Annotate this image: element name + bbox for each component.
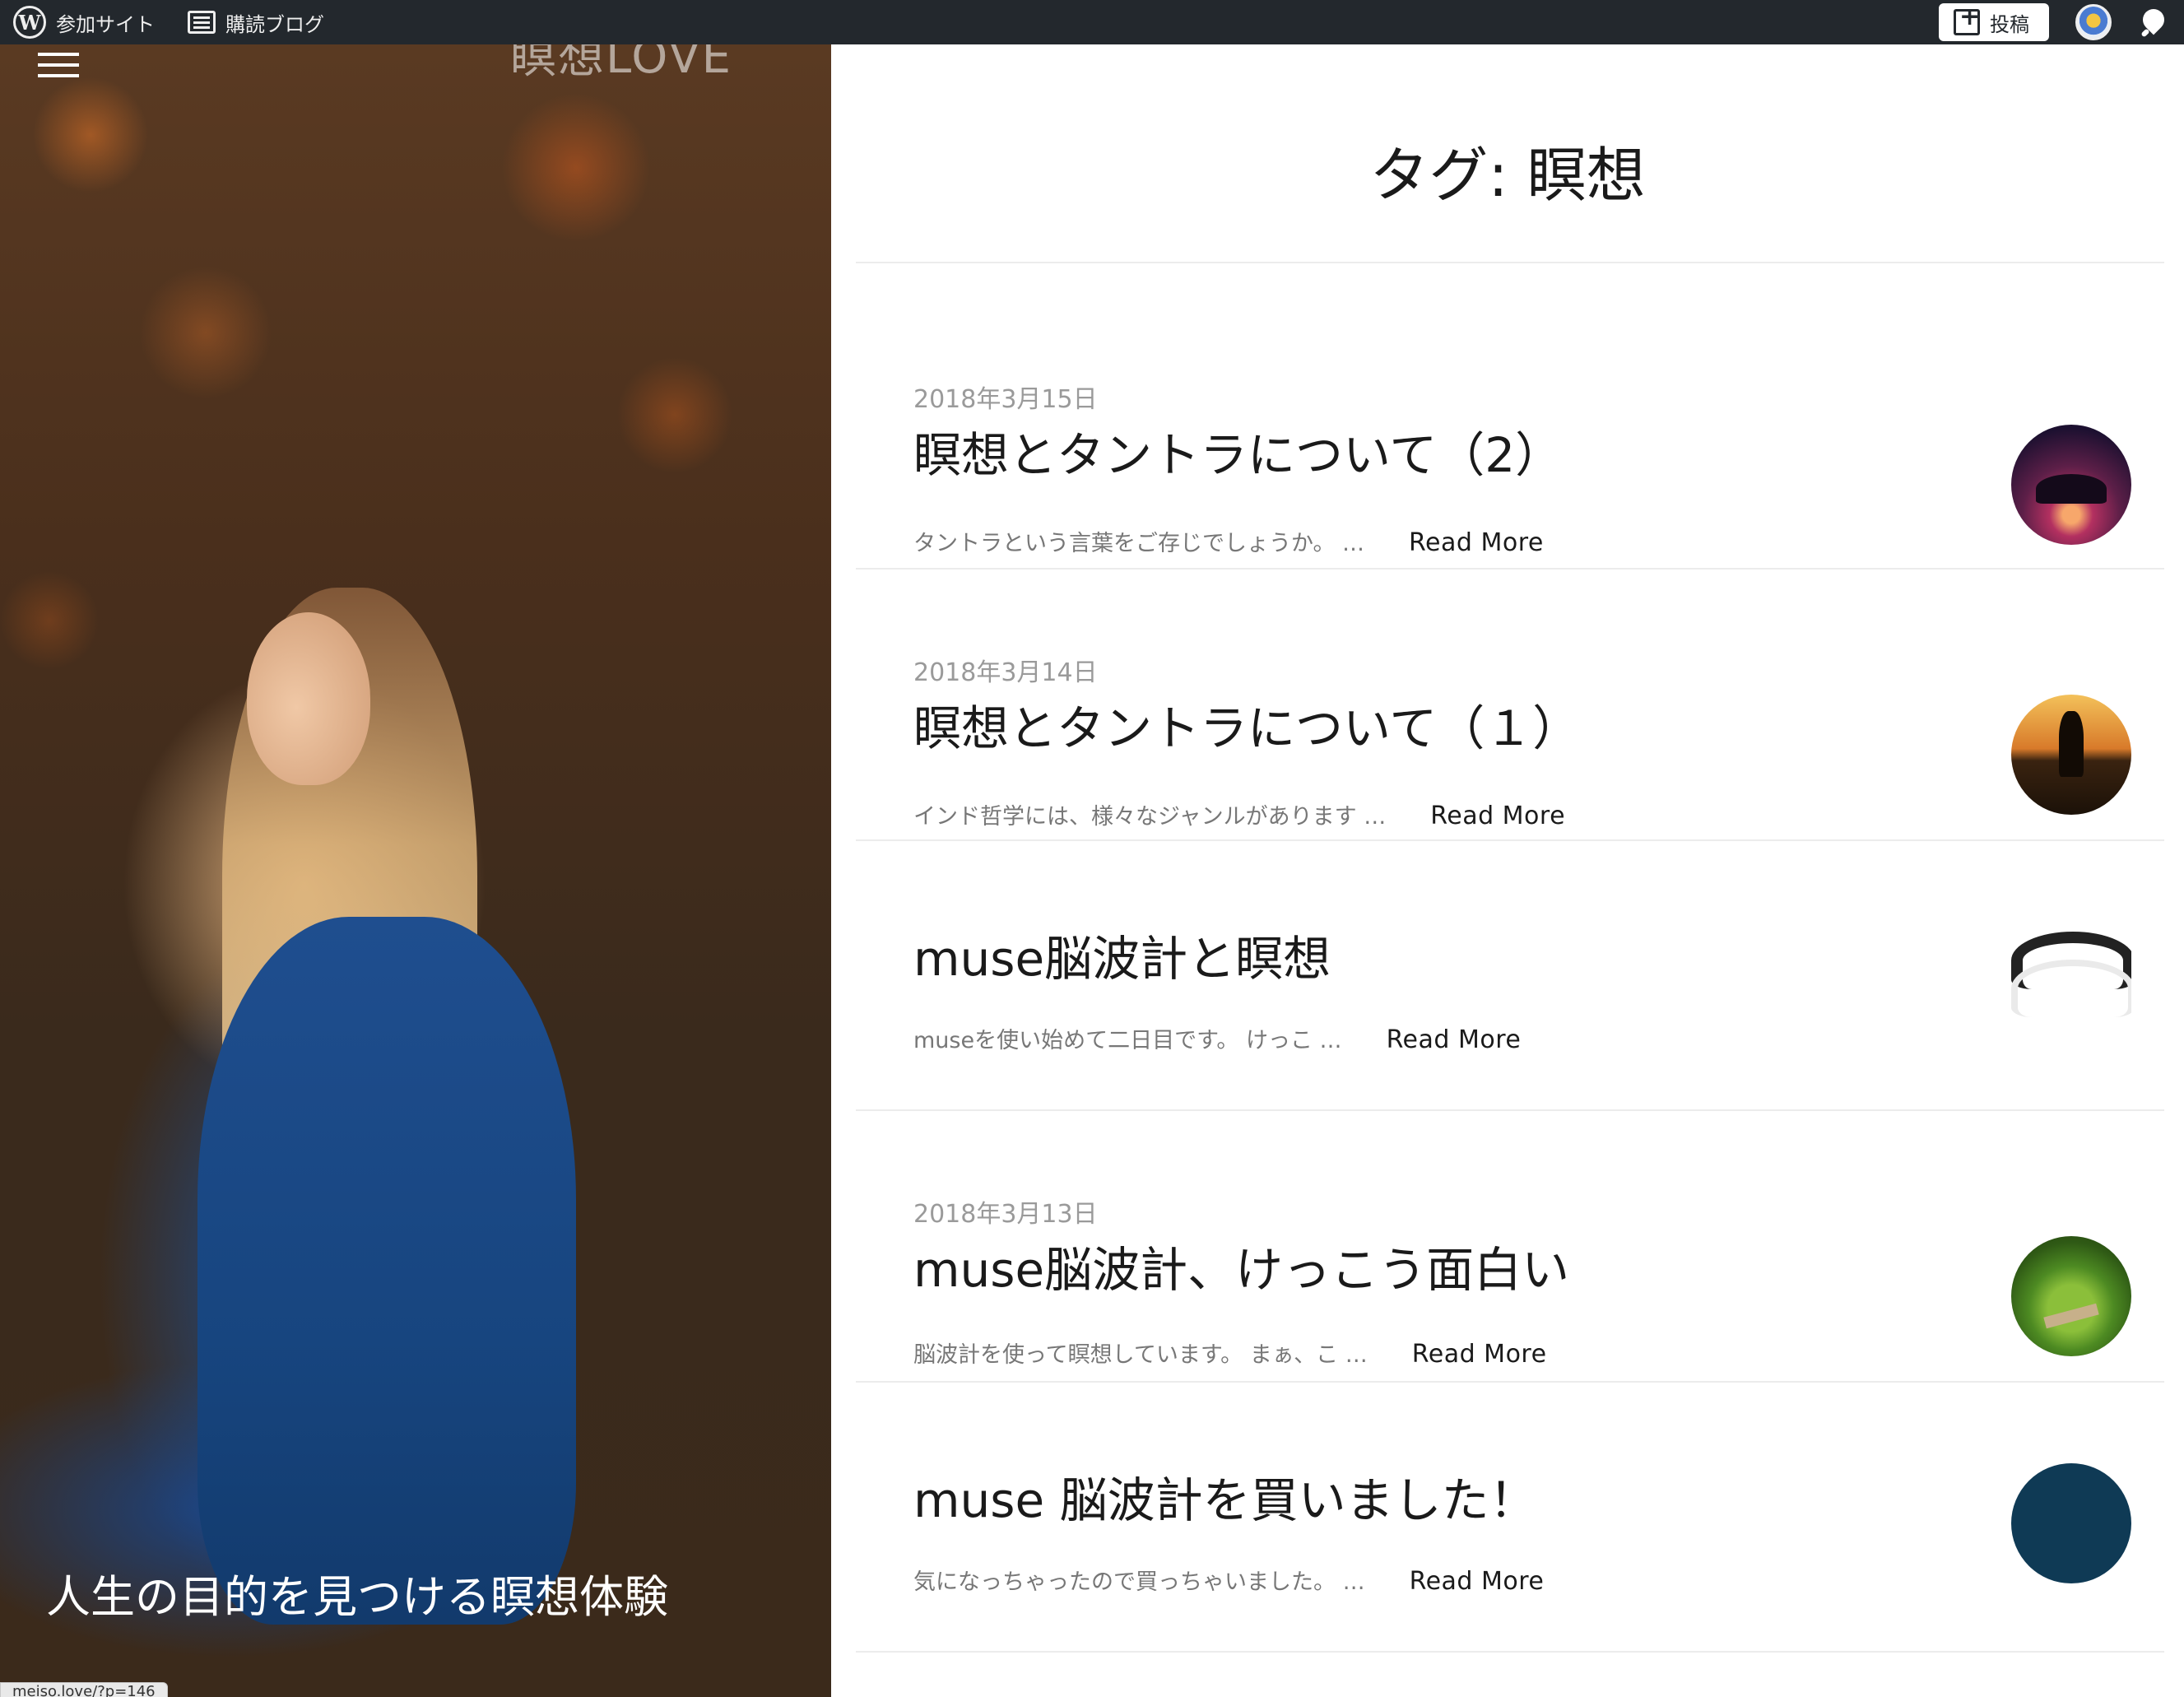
post-title-link[interactable]: 瞑想とタントラについて（１） — [913, 690, 1580, 759]
site-tagline: 人生の目的を見つける瞑想体験 — [46, 1571, 668, 1623]
main-content: タグ: 瞑想 2018年3月15日 瞑想とタントラについて（2） タントラという… — [831, 44, 2184, 1697]
post-title-link[interactable]: muse 脳波計を買いました！ — [913, 1462, 1537, 1531]
read-more-link[interactable]: Read More — [1412, 1340, 1547, 1369]
read-more-link[interactable]: Read More — [1387, 1025, 1522, 1054]
post-excerpt: 気になっちゃったので買っちゃいました。 … Read More — [913, 1564, 1544, 1596]
post-item: muse脳波計と瞑想 museを使い始めて二日目です。 けっこ … Read M… — [856, 841, 2164, 1111]
post-title-link[interactable]: muse脳波計と瞑想 — [913, 920, 1331, 989]
post-excerpt-text: 脳波計を使って瞑想しています。 まぁ、こ … — [913, 1342, 1368, 1368]
wordpress-logo-icon: W — [13, 6, 46, 39]
notifications-bell-icon[interactable] — [2138, 6, 2171, 39]
post-item: 2018年3月14日 瞑想とタントラについて（１） インド哲学には、様々なジャン… — [856, 570, 2164, 839]
post-date: 2018年3月15日 — [913, 385, 1098, 414]
post-date: 2018年3月14日 — [913, 658, 1098, 687]
read-more-link[interactable]: Read More — [1409, 528, 1544, 557]
post-title-link[interactable]: muse脳波計、けっこう面白い — [913, 1231, 1569, 1300]
post-thumbnail[interactable] — [2011, 1236, 2131, 1356]
reader-menu[interactable]: 購読ブログ — [188, 8, 324, 37]
new-post-label: 投稿 — [1990, 12, 2029, 36]
post-excerpt: 脳波計を使って瞑想しています。 まぁ、こ … Read More — [913, 1337, 1547, 1369]
hero-image-dress — [197, 917, 576, 1625]
post-date: 2018年3月13日 — [913, 1200, 1098, 1229]
admin-bar: W 参加サイト 購読ブログ 投稿 — [0, 0, 2184, 44]
post-excerpt-text: タントラという言葉をご存じでしょうか。 … — [913, 531, 1365, 556]
status-bar-url: meiso.love/?p=146 — [0, 1682, 168, 1697]
divider — [856, 1651, 2164, 1653]
hero-panel: 瞑想LOVE 人生の目的を見つける瞑想体験 meiso.love/?p=146 — [0, 44, 831, 1697]
read-more-link[interactable]: Read More — [1410, 1567, 1545, 1596]
post-item: 2018年3月13日 muse脳波計、けっこう面白い 脳波計を使って瞑想していま… — [856, 1111, 2164, 1381]
reader-icon — [188, 11, 216, 34]
post-title-link[interactable]: 瞑想とタントラについて（2） — [913, 416, 1563, 486]
post-item: muse 脳波計を買いました！ 気になっちゃったので買っちゃいました。 … Re… — [856, 1383, 2164, 1653]
hero-image-face — [247, 612, 370, 785]
post-excerpt-text: インド哲学には、様々なジャンルがあります … — [913, 804, 1387, 830]
post-thumbnail[interactable] — [2011, 695, 2131, 815]
my-sites-label: 参加サイト — [56, 12, 155, 36]
site-title[interactable]: 瞑想LOVE — [510, 44, 732, 86]
new-post-button[interactable]: 投稿 — [1939, 3, 2049, 41]
post-excerpt: タントラという言葉をご存じでしょうか。 … Read More — [913, 525, 1544, 557]
post-excerpt-text: museを使い始めて二日目です。 けっこ … — [913, 1028, 1342, 1053]
post-thumbnail[interactable] — [2011, 923, 2131, 1044]
page-title: タグ: 瞑想 — [1369, 141, 1646, 210]
post-thumbnail[interactable] — [2011, 1463, 2131, 1583]
post-item: 2018年3月15日 瞑想とタントラについて（2） タントラという言葉をご存じで… — [856, 263, 2164, 557]
post-excerpt: museを使い始めて二日目です。 けっこ … Read More — [913, 1022, 1521, 1054]
user-avatar[interactable] — [2075, 4, 2112, 40]
menu-toggle-icon[interactable] — [38, 53, 79, 77]
post-excerpt: インド哲学には、様々なジャンルがあります … Read More — [913, 798, 1565, 830]
reader-label: 購読ブログ — [225, 12, 324, 36]
read-more-link[interactable]: Read More — [1430, 802, 1565, 830]
my-sites-menu[interactable]: W 参加サイト — [13, 6, 155, 39]
new-post-icon — [1954, 5, 1980, 35]
post-excerpt-text: 気になっちゃったので買っちゃいました。 … — [913, 1569, 1365, 1595]
post-thumbnail[interactable] — [2011, 425, 2131, 545]
